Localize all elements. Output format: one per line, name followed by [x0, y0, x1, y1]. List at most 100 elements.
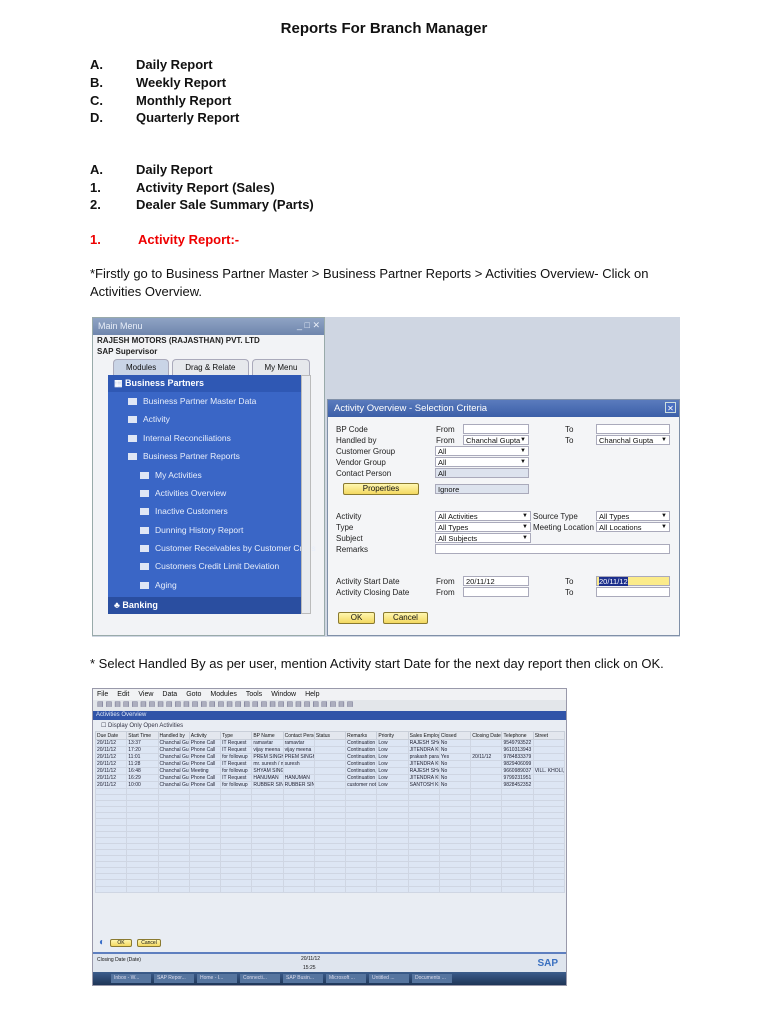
- window-buttons[interactable]: _ □ ✕: [297, 320, 320, 331]
- contact-person-field[interactable]: All: [435, 468, 529, 478]
- submenu-item[interactable]: My Activities: [140, 470, 202, 480]
- table-cell: [313, 760, 347, 768]
- table-cell: vijay meena: [251, 746, 284, 754]
- activity-select[interactable]: All Activities: [435, 511, 531, 521]
- properties-button[interactable]: Properties: [343, 483, 419, 495]
- meeting-location-select[interactable]: All Locations: [596, 522, 670, 532]
- menu-item[interactable]: Tools: [246, 691, 262, 698]
- column-header[interactable]: Telephone: [501, 731, 534, 740]
- module-business-partners[interactable]: ▦ Business Partners: [108, 375, 301, 392]
- module-banking[interactable]: ♣ Banking: [108, 597, 301, 614]
- column-header[interactable]: Handled by: [157, 731, 190, 740]
- cancel-button[interactable]: Cancel: [383, 612, 428, 624]
- table-cell: prakash parashar: [407, 753, 440, 761]
- type-select[interactable]: All Types: [435, 522, 531, 532]
- table-cell: [313, 739, 347, 747]
- taskbar-button[interactable]: Home - I...: [197, 974, 237, 983]
- cancel-button[interactable]: Cancel: [137, 938, 162, 947]
- back-icon[interactable]: ◐: [99, 937, 105, 948]
- column-header[interactable]: Closed: [438, 731, 472, 740]
- column-header[interactable]: Sales Employee: [407, 731, 440, 740]
- submenu-item[interactable]: Customers Credit Limit Deviation: [140, 561, 279, 571]
- table-row[interactable]: 20/11/1211:01Chanchal GuptaPhone Callfor…: [94, 753, 566, 761]
- taskbar-button[interactable]: SAP Repor...: [154, 974, 194, 983]
- taskbar-button[interactable]: Connecti...: [240, 974, 280, 983]
- close-icon[interactable]: ✕: [665, 402, 676, 413]
- source-type-select[interactable]: All Types: [596, 511, 670, 521]
- column-header[interactable]: Due Date: [94, 731, 128, 740]
- table-row[interactable]: 20/11/1216:48Chanchal GuptaMeetingfor fo…: [94, 767, 566, 775]
- list-letter: 1.: [90, 180, 101, 195]
- ok-button[interactable]: OK: [338, 612, 375, 624]
- scrollbar[interactable]: [301, 375, 311, 614]
- taskbar: Inbox - W... SAP Repor... Home - I... Conne…: [93, 972, 566, 985]
- taskbar-button[interactable]: Documents ...: [412, 974, 452, 983]
- taskbar-button[interactable]: Microsoft ...: [326, 974, 366, 983]
- table-cell: 9799231951: [501, 774, 534, 782]
- open-activities-checkbox[interactable]: ☐ Display Only Open Activities: [93, 720, 566, 731]
- menu-item[interactable]: Help: [305, 691, 319, 698]
- column-header[interactable]: Status: [313, 731, 347, 740]
- handled-by-from-select[interactable]: Chanchal Gupta: [463, 435, 529, 445]
- table-row[interactable]: 20/11/1216:29Chanchal GuptaPhone CallIT …: [94, 774, 566, 782]
- activities-table: Due Date Start Time Handled by Activity Type…: [94, 731, 566, 893]
- column-header[interactable]: Type: [220, 731, 253, 740]
- toolbar[interactable]: ▤▤▤▤▤▤▤▤▤▤▤▤▤▤▤▤▤▤▤▤▤▤▤▤▤▤▤▤▤▤: [93, 700, 566, 711]
- table-row[interactable]: 20/11/1213:37Chanchal GuptaPhone CallIT …: [94, 739, 566, 747]
- table-row[interactable]: 20/11/1211:28Chanchal GuptaPhone CallIT …: [94, 760, 566, 768]
- menu-bar: File Edit View Data Goto Modules Tools Window He…: [93, 689, 566, 700]
- tab-my-menu[interactable]: My Menu: [251, 359, 311, 375]
- tab-modules[interactable]: Modules: [113, 359, 170, 375]
- table-cell: Low: [376, 767, 409, 775]
- table-cell: 20/11/12: [470, 753, 503, 761]
- submenu-item[interactable]: Dunning History Report: [140, 525, 243, 535]
- submenu-item[interactable]: Aging: [140, 580, 177, 590]
- table-row[interactable]: 20/11/1210:00Chanchal GuptaPhone Callfor…: [94, 781, 566, 789]
- closing-date-from-input[interactable]: [463, 587, 529, 597]
- taskbar-button[interactable]: SAP Busin...: [283, 974, 323, 983]
- column-header[interactable]: Remarks: [345, 731, 378, 740]
- remarks-input[interactable]: [435, 544, 670, 554]
- subject-select[interactable]: All Subjects: [435, 533, 531, 543]
- menu-item[interactable]: Modules: [210, 691, 236, 698]
- column-header[interactable]: Contact Person: [282, 731, 315, 740]
- bp-code-to-input[interactable]: [596, 424, 670, 434]
- table-cell: 20/11/12: [94, 781, 128, 789]
- label: Activity Start Date: [336, 577, 400, 586]
- menu-item[interactable]: Window: [271, 691, 296, 698]
- vendor-group-select[interactable]: All: [435, 457, 529, 467]
- column-header[interactable]: Closing Date: [470, 731, 503, 740]
- menu-item[interactable]: Internal Reconciliations: [128, 433, 231, 443]
- menu-item[interactable]: Goto: [186, 691, 201, 698]
- start-date-from-input[interactable]: 20/11/12: [463, 576, 529, 586]
- column-header[interactable]: BP Name: [251, 731, 284, 740]
- table-row[interactable]: [94, 885, 566, 893]
- closing-date-to-input[interactable]: [596, 587, 670, 597]
- menu-item[interactable]: Data: [162, 691, 177, 698]
- tab-drag-relate[interactable]: Drag & Relate: [172, 359, 249, 375]
- label: Remarks: [336, 545, 369, 554]
- submenu-item-activities-overview[interactable]: Activities Overview: [140, 488, 226, 498]
- ok-button[interactable]: OK: [110, 938, 133, 947]
- menu-item[interactable]: Business Partner Reports: [128, 451, 240, 461]
- column-header[interactable]: Street: [532, 731, 566, 740]
- menu-item[interactable]: File: [97, 691, 108, 698]
- taskbar-button[interactable]: Inbox - W...: [111, 974, 151, 983]
- menu-item[interactable]: Business Partner Master Data: [128, 396, 256, 406]
- submenu-item[interactable]: Customer Receivables by Customer Cross: [140, 543, 316, 553]
- table-cell: Phone Call: [188, 781, 222, 789]
- bp-code-from-input[interactable]: [463, 424, 529, 434]
- handled-by-to-select[interactable]: Chanchal Gupta: [596, 435, 670, 445]
- column-header[interactable]: Priority: [376, 731, 409, 740]
- customer-group-select[interactable]: All: [435, 446, 529, 456]
- table-row[interactable]: 20/11/1217:20Chanchal GuptaPhone CallIT …: [94, 746, 566, 754]
- column-header[interactable]: Activity: [188, 731, 222, 740]
- submenu-item[interactable]: Inactive Customers: [140, 506, 228, 516]
- column-header[interactable]: Start Time: [126, 731, 159, 740]
- table-cell: suresh: [282, 760, 315, 768]
- menu-item[interactable]: Edit: [117, 691, 129, 698]
- taskbar-button[interactable]: Untitled ...: [369, 974, 409, 983]
- menu-item[interactable]: View: [138, 691, 153, 698]
- start-date-to-input[interactable]: 20/11/12: [596, 576, 670, 586]
- menu-item[interactable]: Activity: [128, 414, 170, 424]
